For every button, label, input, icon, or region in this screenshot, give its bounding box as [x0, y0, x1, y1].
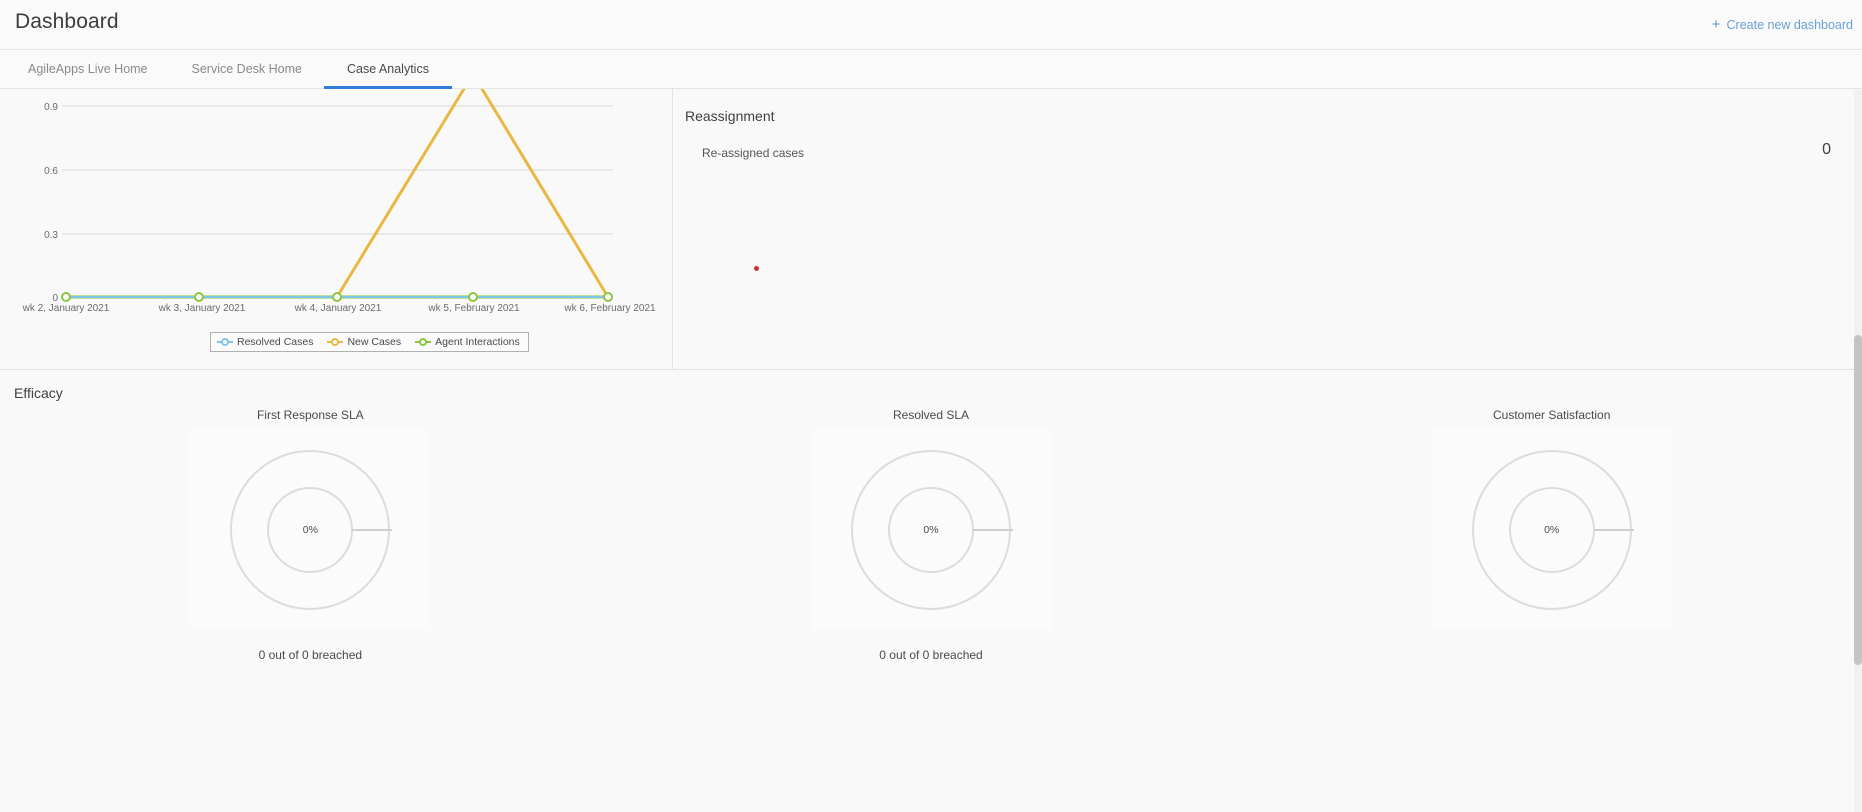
gauge-percent-label: 0% [923, 524, 939, 536]
legend-marker-icon [415, 338, 432, 346]
gauge-customer-satisfaction: Customer Satisfaction 0% [1241, 408, 1862, 662]
reassigned-cases-label: Re-assigned cases [702, 146, 805, 160]
legend-marker-icon [217, 338, 233, 346]
chart-gridlines [62, 105, 613, 298]
gauge-caption: 0 out of 0 breached [258, 648, 363, 662]
y-tick-label: 0.6 [44, 166, 58, 177]
y-tick-label: 0.9 [44, 102, 58, 113]
x-tick-label: wk 5, February 2021 [427, 303, 520, 314]
gauge-title: Resolved SLA [892, 408, 970, 422]
vertical-scrollbar-thumb[interactable] [1854, 335, 1862, 665]
reassigned-cases-value: 0 [1822, 141, 1831, 158]
gauge-title: Customer Satisfaction [1492, 408, 1611, 422]
vertical-scrollbar-track[interactable] [1854, 90, 1862, 812]
tab-service-desk-home[interactable]: Service Desk Home [170, 50, 324, 88]
dashboard-page: Dashboard + Create new dashboard AgileAp… [0, 0, 1862, 812]
tab-label: AgileApps Live Home [28, 62, 148, 76]
create-new-dashboard-label: Create new dashboard [1726, 17, 1853, 32]
tab-bar: AgileApps Live Home Service Desk Home Ca… [0, 50, 1862, 89]
x-tick-label: wk 2, January 2021 [22, 303, 110, 314]
efficacy-title: Efficacy [14, 385, 63, 401]
x-tick-label: wk 6, February 2021 [563, 303, 656, 314]
create-new-dashboard-button[interactable]: + Create new dashboard [1712, 17, 1853, 32]
plus-icon: + [1711, 16, 1721, 33]
reassignment-panel: Reassignment Re-assigned cases 0 [673, 89, 1862, 369]
legend-item-agent-interactions[interactable]: Agent Interactions [415, 336, 520, 348]
tab-agileapps-live-home[interactable]: AgileApps Live Home [6, 50, 170, 88]
tab-label: Service Desk Home [191, 62, 302, 76]
legend-label: Resolved Cases [237, 336, 314, 348]
reassignment-data-point [754, 266, 759, 271]
page-title: Dashboard [15, 10, 119, 33]
legend-item-resolved-cases[interactable]: Resolved Cases [217, 336, 313, 348]
gauge-caption: 0 out of 0 breached [879, 648, 983, 662]
gauge-chart[interactable]: 0% [190, 430, 431, 630]
x-tick-label: wk 3, January 2021 [158, 303, 246, 314]
gauge-resolved-sla: Resolved SLA 0% 0 out of 0 breached [621, 408, 1242, 662]
gauge-title: First Response SLA [256, 408, 364, 422]
gauge-first-response-sla: First Response SLA 0% 0 out of 0 breache… [0, 408, 621, 662]
legend-label: Agent Interactions [435, 336, 520, 348]
tab-case-analytics[interactable]: Case Analytics [323, 50, 452, 89]
gauge-chart[interactable]: 0% [1431, 430, 1672, 630]
case-trend-chart-panel: 0.9 0.6 0.3 0 wk 2, January 2021 wk 3, J… [0, 89, 673, 369]
top-widgets-row: 0.9 0.6 0.3 0 wk 2, January 2021 wk 3, J… [0, 89, 1862, 370]
x-tick-label: wk 4, January 2021 [294, 303, 382, 314]
legend-label: New Cases [347, 336, 402, 348]
page-header: Dashboard + Create new dashboard [0, 0, 1862, 50]
gauge-chart[interactable]: 0% [811, 430, 1051, 630]
chart-legend: Resolved Cases New Cases Agent Interacti… [210, 332, 529, 352]
tab-label: Case Analytics [346, 62, 429, 76]
line-chart[interactable]: 0.9 0.6 0.3 0 wk 2, January 2021 wk 3, J… [0, 89, 672, 369]
reassignment-title: Reassignment [685, 108, 775, 124]
legend-marker-icon [327, 338, 344, 346]
line-chart-svg: 0.9 0.6 0.3 0 wk 2, January 2021 wk 3, J… [22, 89, 656, 314]
efficacy-section: Efficacy First Response SLA 0% 0 out of … [0, 370, 1862, 811]
efficacy-gauges-row: First Response SLA 0% 0 out of 0 breache… [0, 408, 1862, 662]
gauge-percent-label: 0% [302, 524, 318, 536]
y-tick-label: 0.3 [44, 230, 58, 241]
legend-item-new-cases[interactable]: New Cases [327, 336, 401, 348]
series-new-cases [66, 89, 610, 299]
gauge-percent-label: 0% [1544, 524, 1560, 536]
